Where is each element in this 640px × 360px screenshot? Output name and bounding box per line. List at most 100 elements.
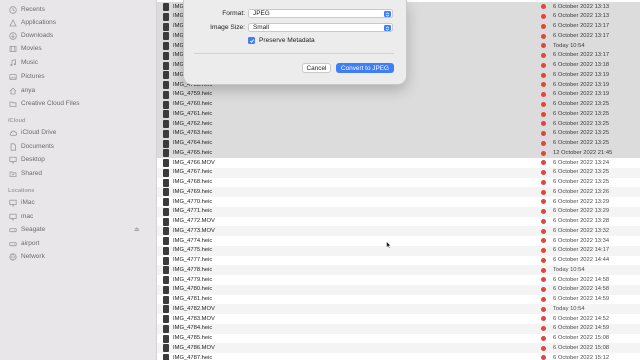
cloud-files-icon: [8, 99, 17, 108]
file-thumbnail-icon: [163, 354, 169, 360]
file-row[interactable]: IMG_4781.heic 6 October 2022 14:59: [157, 295, 640, 305]
sidebar-item-airport[interactable]: airport: [8, 237, 39, 250]
file-date: 6 October 2022 13:28: [553, 218, 610, 224]
file-row[interactable]: IMG_4779.heic 6 October 2022 14:58: [157, 275, 640, 285]
sidebar-section-locations: Locations: [8, 188, 35, 194]
file-row[interactable]: IMG_4764.heic 6 October 2022 13:25: [157, 138, 640, 149]
sidebar-item-anya[interactable]: anya: [8, 84, 35, 97]
file-date: 6 October 2022 15:12: [553, 354, 610, 360]
file-row[interactable]: IMG_4763.heic 6 October 2022 13:25: [157, 128, 640, 139]
sidebar-item-label: Shared: [21, 170, 42, 177]
preserve-metadata-checkbox[interactable]: [248, 37, 255, 44]
file-date: 6 October 2022 15:08: [553, 335, 610, 341]
file-thumbnail-icon: [163, 61, 169, 70]
image-size-popup[interactable]: Small: [248, 23, 393, 32]
photo-icon: [8, 72, 17, 81]
file-date: Today 10:54: [553, 266, 585, 273]
sidebar-item-desktop[interactable]: Desktop: [8, 153, 45, 166]
file-date: 6 October 2022 13:32: [553, 227, 610, 234]
eject-icon[interactable]: ⏏: [134, 226, 140, 233]
applications-icon: [8, 18, 17, 27]
file-row[interactable]: IMG_4767.heic 6 October 2022 13:25: [157, 167, 640, 178]
red-tag-icon: [541, 53, 546, 59]
sidebar-item-label: mac: [21, 213, 34, 220]
file-row[interactable]: IMG_4770.heic 6 October 2022 13:29: [157, 197, 640, 207]
file-row[interactable]: IMG_4759.heic 6 October 2022 13:19: [157, 89, 640, 100]
file-name: IMG_4769.heic: [173, 188, 213, 195]
sidebar-item-music[interactable]: Music: [8, 56, 38, 69]
red-tag-icon: [541, 189, 546, 195]
sidebar-item-network[interactable]: Network: [8, 250, 45, 263]
computer-icon: [8, 212, 17, 221]
sidebar-item-imac[interactable]: iMac: [8, 196, 35, 209]
sidebar-item-label: Documents: [21, 143, 54, 150]
file-thumbnail-icon: [163, 246, 169, 255]
file-row[interactable]: IMG_4766.MOV 6 October 2022 13:24: [157, 158, 640, 168]
convert-button[interactable]: Convert to JPEG: [336, 63, 394, 73]
sidebar-item-label: Music: [21, 59, 38, 66]
film-icon: [8, 44, 17, 53]
file-row[interactable]: IMG_4760.heic 6 October 2022 13:25: [157, 99, 640, 110]
red-tag-icon: [541, 4, 546, 10]
file-date: 6 October 2022 14:59: [553, 296, 610, 302]
sidebar-item-shared[interactable]: Shared: [8, 167, 42, 180]
file-row[interactable]: IMG_4775.heic 6 October 2022 14:17: [157, 245, 640, 256]
file-row[interactable]: IMG_4772.MOV 6 October 2022 13:28: [157, 217, 640, 227]
red-tag-icon: [541, 72, 546, 78]
home-icon: [8, 86, 17, 95]
file-row[interactable]: IMG_4787.heic 6 October 2022 15:12: [157, 353, 640, 360]
file-row[interactable]: IMG_4762.heic 6 October 2022 13:25: [157, 119, 640, 129]
file-row[interactable]: IMG_4773.MOV 6 October 2022 13:32: [157, 226, 640, 236]
file-name: IMG_4761.heic: [173, 110, 213, 117]
file-thumbnail-icon: [163, 42, 169, 50]
file-row[interactable]: IMG_4784.heic 6 October 2022 14:59: [157, 323, 640, 334]
file-name: IMG_4779.heic: [173, 276, 213, 283]
sidebar-item-downloads[interactable]: Downloads: [8, 29, 53, 42]
red-tag-icon: [541, 82, 546, 88]
network-icon: [8, 252, 17, 261]
file-row[interactable]: IMG_4769.heic 6 October 2022 13:26: [157, 187, 640, 197]
red-tag-icon: [541, 209, 546, 215]
dialog-divider: [194, 53, 394, 54]
file-date: 6 October 2022 13:25: [553, 169, 610, 176]
red-tag-icon: [541, 257, 546, 263]
file-row[interactable]: IMG_4786.MOV 6 October 2022 15:08: [157, 343, 640, 353]
red-tag-icon: [541, 14, 546, 20]
file-row[interactable]: IMG_4785.heic 6 October 2022 15:08: [157, 334, 640, 344]
sidebar-item-recents[interactable]: Recents: [8, 3, 45, 16]
file-name: IMG_4760.heic: [173, 101, 213, 107]
sidebar-item-documents[interactable]: Documents: [8, 140, 54, 153]
image-size-label: Image Size:: [210, 24, 245, 31]
file-name: IMG_4781.heic: [173, 296, 213, 302]
red-tag-icon: [541, 335, 546, 341]
red-tag-icon: [541, 170, 546, 176]
file-date: 6 October 2022 13:17: [553, 32, 610, 39]
file-row[interactable]: IMG_4782.MOV Today 10:54: [157, 304, 640, 314]
file-name: IMG_4784.heic: [173, 325, 213, 332]
red-tag-icon: [541, 62, 546, 68]
preserve-metadata-label: Preserve Metadata: [259, 37, 315, 44]
sidebar-item-applications[interactable]: Applications: [8, 16, 56, 29]
file-row[interactable]: IMG_4768.heic 6 October 2022 13:25: [157, 178, 640, 188]
file-row[interactable]: IMG_4783.MOV 6 October 2022 14:52: [157, 314, 640, 324]
file-thumbnail-icon: [163, 22, 169, 31]
file-row[interactable]: IMG_4780.heic 6 October 2022 14:58: [157, 284, 640, 295]
sidebar-item-mac[interactable]: mac: [8, 210, 33, 223]
sidebar-item-movies[interactable]: Movies: [8, 42, 42, 55]
sidebar-item-label: Recents: [21, 6, 45, 13]
format-popup[interactable]: JPEG: [248, 9, 393, 18]
file-row[interactable]: IMG_4778.heic Today 10:54: [157, 265, 640, 275]
sidebar-item-seagate[interactable]: Seagate: [8, 223, 45, 236]
file-date: 6 October 2022 13:29: [553, 198, 610, 205]
sidebar-item-creative-cloud-files[interactable]: Creative Cloud Files: [8, 97, 80, 110]
cancel-button[interactable]: Cancel: [302, 63, 331, 73]
file-row[interactable]: IMG_4774.heic 6 October 2022 13:34: [157, 236, 640, 246]
sidebar-item-icloud-drive[interactable]: iCloud Drive: [8, 126, 56, 139]
file-row[interactable]: IMG_4777.heic 6 October 2022 14:44: [157, 256, 640, 266]
sidebar-item-label: Pictures: [21, 73, 45, 80]
file-thumbnail-icon: [163, 3, 169, 11]
file-row[interactable]: IMG_4761.heic 6 October 2022 13:25: [157, 109, 640, 119]
file-row[interactable]: IMG_4771.heic 6 October 2022 13:29: [157, 206, 640, 217]
sidebar-item-pictures[interactable]: Pictures: [8, 70, 44, 83]
file-row[interactable]: IMG_4765.heic 12 October 2022 21:45: [157, 148, 640, 158]
